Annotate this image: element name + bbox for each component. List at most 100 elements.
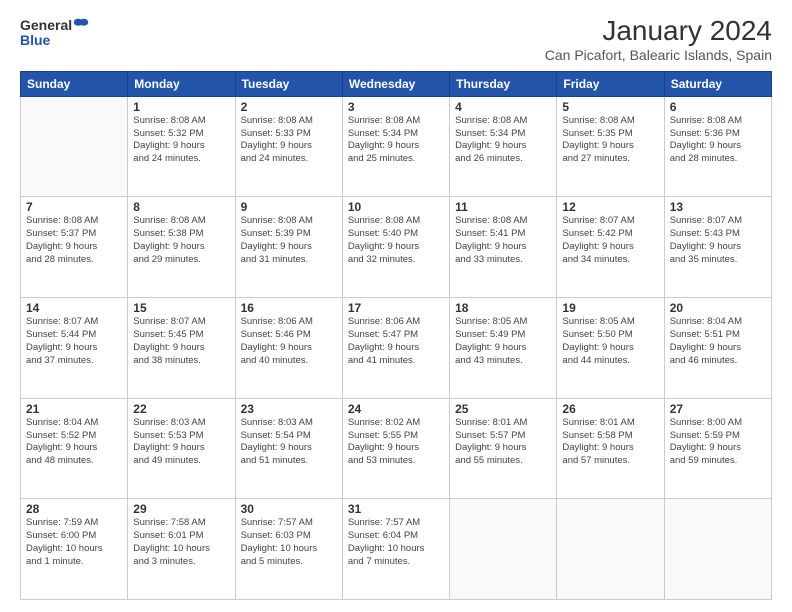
table-row: 15Sunrise: 8:07 AM Sunset: 5:45 PM Dayli… [128,298,235,399]
day-number: 11 [455,200,551,214]
calendar-week-row: 21Sunrise: 8:04 AM Sunset: 5:52 PM Dayli… [21,398,772,499]
table-row: 25Sunrise: 8:01 AM Sunset: 5:57 PM Dayli… [450,398,557,499]
day-number: 12 [562,200,658,214]
day-info: Sunrise: 8:03 AM Sunset: 5:54 PM Dayligh… [241,417,337,468]
day-info: Sunrise: 8:04 AM Sunset: 5:52 PM Dayligh… [26,417,122,468]
table-row: 7Sunrise: 8:08 AM Sunset: 5:37 PM Daylig… [21,197,128,298]
day-info: Sunrise: 8:01 AM Sunset: 5:58 PM Dayligh… [562,417,658,468]
table-row: 10Sunrise: 8:08 AM Sunset: 5:40 PM Dayli… [342,197,449,298]
day-number: 13 [670,200,766,214]
table-row [664,499,771,600]
day-number: 10 [348,200,444,214]
table-row: 1Sunrise: 8:08 AM Sunset: 5:32 PM Daylig… [128,96,235,197]
day-info: Sunrise: 8:05 AM Sunset: 5:50 PM Dayligh… [562,316,658,367]
day-info: Sunrise: 8:00 AM Sunset: 5:59 PM Dayligh… [670,417,766,468]
day-number: 24 [348,402,444,416]
logo: General Blue [20,16,90,48]
page: General Blue January 2024 Can Picafort, … [0,0,792,612]
day-number: 27 [670,402,766,416]
table-row: 24Sunrise: 8:02 AM Sunset: 5:55 PM Dayli… [342,398,449,499]
day-number: 17 [348,301,444,315]
table-row: 17Sunrise: 8:06 AM Sunset: 5:47 PM Dayli… [342,298,449,399]
header-sunday: Sunday [21,71,128,96]
day-info: Sunrise: 8:07 AM Sunset: 5:42 PM Dayligh… [562,215,658,266]
day-info: Sunrise: 8:08 AM Sunset: 5:40 PM Dayligh… [348,215,444,266]
day-number: 19 [562,301,658,315]
table-row: 23Sunrise: 8:03 AM Sunset: 5:54 PM Dayli… [235,398,342,499]
day-info: Sunrise: 8:04 AM Sunset: 5:51 PM Dayligh… [670,316,766,367]
header-tuesday: Tuesday [235,71,342,96]
day-info: Sunrise: 8:01 AM Sunset: 5:57 PM Dayligh… [455,417,551,468]
table-row: 27Sunrise: 8:00 AM Sunset: 5:59 PM Dayli… [664,398,771,499]
table-row: 13Sunrise: 8:07 AM Sunset: 5:43 PM Dayli… [664,197,771,298]
calendar-week-row: 28Sunrise: 7:59 AM Sunset: 6:00 PM Dayli… [21,499,772,600]
header-thursday: Thursday [450,71,557,96]
day-info: Sunrise: 8:08 AM Sunset: 5:34 PM Dayligh… [348,115,444,166]
day-info: Sunrise: 8:08 AM Sunset: 5:37 PM Dayligh… [26,215,122,266]
day-info: Sunrise: 8:03 AM Sunset: 5:53 PM Dayligh… [133,417,229,468]
day-info: Sunrise: 8:08 AM Sunset: 5:38 PM Dayligh… [133,215,229,266]
day-info: Sunrise: 7:58 AM Sunset: 6:01 PM Dayligh… [133,517,229,568]
day-info: Sunrise: 8:08 AM Sunset: 5:41 PM Dayligh… [455,215,551,266]
day-number: 21 [26,402,122,416]
day-number: 14 [26,301,122,315]
table-row: 5Sunrise: 8:08 AM Sunset: 5:35 PM Daylig… [557,96,664,197]
header: General Blue January 2024 Can Picafort, … [20,16,772,63]
day-number: 20 [670,301,766,315]
table-row [21,96,128,197]
table-row: 2Sunrise: 8:08 AM Sunset: 5:33 PM Daylig… [235,96,342,197]
table-row: 28Sunrise: 7:59 AM Sunset: 6:00 PM Dayli… [21,499,128,600]
calendar-table: Sunday Monday Tuesday Wednesday Thursday… [20,71,772,600]
calendar-subtitle: Can Picafort, Balearic Islands, Spain [545,47,772,63]
day-info: Sunrise: 7:57 AM Sunset: 6:03 PM Dayligh… [241,517,337,568]
table-row: 9Sunrise: 8:08 AM Sunset: 5:39 PM Daylig… [235,197,342,298]
calendar-title: January 2024 [545,16,772,47]
logo-general: General [20,17,72,33]
day-number: 8 [133,200,229,214]
day-number: 7 [26,200,122,214]
header-wednesday: Wednesday [342,71,449,96]
table-row: 26Sunrise: 8:01 AM Sunset: 5:58 PM Dayli… [557,398,664,499]
day-info: Sunrise: 8:08 AM Sunset: 5:32 PM Dayligh… [133,115,229,166]
day-number: 28 [26,502,122,516]
day-number: 22 [133,402,229,416]
day-number: 1 [133,100,229,114]
day-number: 16 [241,301,337,315]
day-info: Sunrise: 7:57 AM Sunset: 6:04 PM Dayligh… [348,517,444,568]
table-row: 21Sunrise: 8:04 AM Sunset: 5:52 PM Dayli… [21,398,128,499]
day-info: Sunrise: 8:08 AM Sunset: 5:34 PM Dayligh… [455,115,551,166]
calendar-week-row: 14Sunrise: 8:07 AM Sunset: 5:44 PM Dayli… [21,298,772,399]
table-row: 16Sunrise: 8:06 AM Sunset: 5:46 PM Dayli… [235,298,342,399]
table-row: 19Sunrise: 8:05 AM Sunset: 5:50 PM Dayli… [557,298,664,399]
table-row: 4Sunrise: 8:08 AM Sunset: 5:34 PM Daylig… [450,96,557,197]
table-row: 20Sunrise: 8:04 AM Sunset: 5:51 PM Dayli… [664,298,771,399]
day-number: 15 [133,301,229,315]
day-info: Sunrise: 8:02 AM Sunset: 5:55 PM Dayligh… [348,417,444,468]
table-row: 8Sunrise: 8:08 AM Sunset: 5:38 PM Daylig… [128,197,235,298]
day-number: 23 [241,402,337,416]
table-row: 6Sunrise: 8:08 AM Sunset: 5:36 PM Daylig… [664,96,771,197]
table-row: 31Sunrise: 7:57 AM Sunset: 6:04 PM Dayli… [342,499,449,600]
header-saturday: Saturday [664,71,771,96]
day-info: Sunrise: 8:05 AM Sunset: 5:49 PM Dayligh… [455,316,551,367]
day-info: Sunrise: 7:59 AM Sunset: 6:00 PM Dayligh… [26,517,122,568]
header-friday: Friday [557,71,664,96]
day-info: Sunrise: 8:08 AM Sunset: 5:35 PM Dayligh… [562,115,658,166]
table-row: 29Sunrise: 7:58 AM Sunset: 6:01 PM Dayli… [128,499,235,600]
day-info: Sunrise: 8:08 AM Sunset: 5:33 PM Dayligh… [241,115,337,166]
day-number: 6 [670,100,766,114]
day-number: 31 [348,502,444,516]
day-number: 3 [348,100,444,114]
table-row: 11Sunrise: 8:08 AM Sunset: 5:41 PM Dayli… [450,197,557,298]
table-row [450,499,557,600]
table-row: 12Sunrise: 8:07 AM Sunset: 5:42 PM Dayli… [557,197,664,298]
logo-blue: Blue [20,32,90,48]
day-number: 18 [455,301,551,315]
table-row: 22Sunrise: 8:03 AM Sunset: 5:53 PM Dayli… [128,398,235,499]
day-number: 30 [241,502,337,516]
calendar-header-row: Sunday Monday Tuesday Wednesday Thursday… [21,71,772,96]
day-number: 4 [455,100,551,114]
table-row [557,499,664,600]
day-info: Sunrise: 8:07 AM Sunset: 5:43 PM Dayligh… [670,215,766,266]
calendar-week-row: 1Sunrise: 8:08 AM Sunset: 5:32 PM Daylig… [21,96,772,197]
